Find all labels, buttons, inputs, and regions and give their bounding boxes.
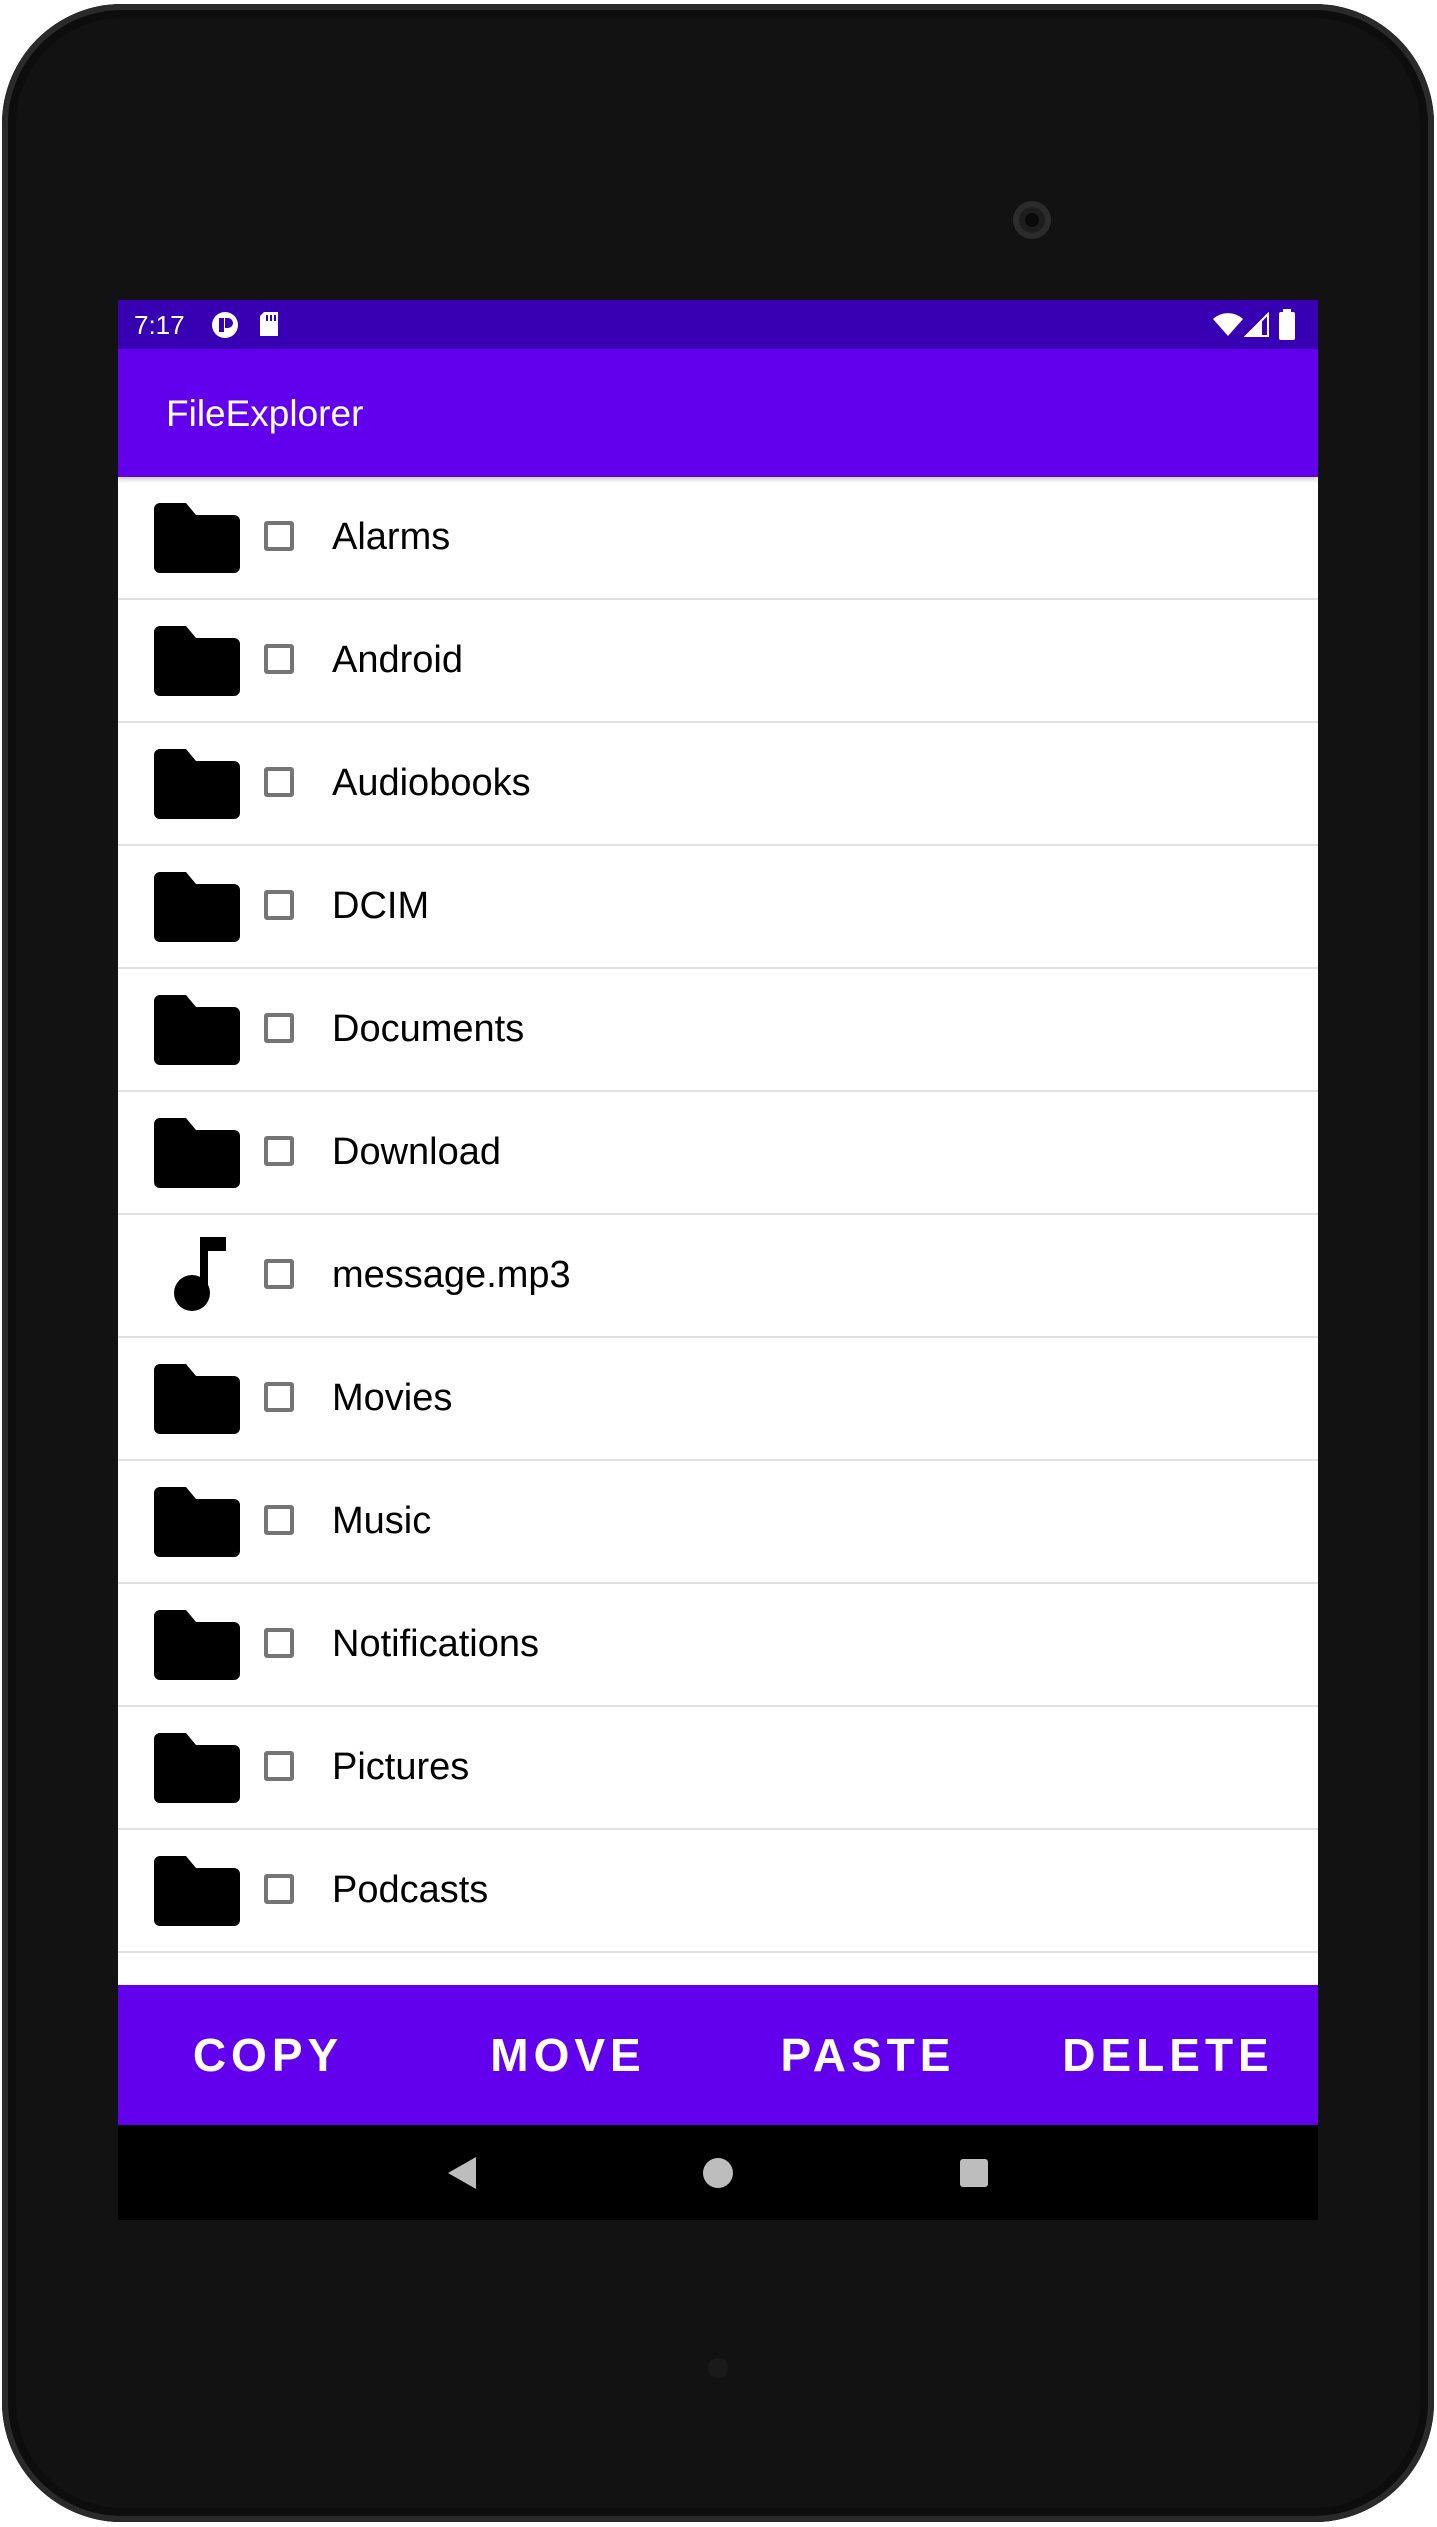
navigation-bar [118,2125,1318,2220]
app-title: FileExplorer [166,393,364,434]
file-list[interactable]: Alarms Android Audiobooks DCIM Documents Down… [118,477,1318,1977]
file-name: Notifications [332,1623,539,1665]
folder-icon [154,503,240,573]
select-checkbox[interactable] [264,1505,294,1535]
folder-icon [154,1733,240,1803]
file-name: Movies [332,1377,453,1419]
folder-icon [154,1487,240,1557]
action-bar: COPY MOVE PASTE DELETE [118,1985,1318,2125]
sd-card-icon [260,312,278,336]
paste-button[interactable]: PASTE [718,1985,1018,2125]
front-camera [1013,201,1051,239]
file-row[interactable]: Android [118,600,1318,723]
file-name: Android [332,639,463,681]
file-row[interactable]: Music [118,1461,1318,1584]
copy-button[interactable]: COPY [118,1985,418,2125]
select-checkbox[interactable] [264,1751,294,1781]
file-row[interactable]: Documents [118,969,1318,1092]
file-name: Alarms [332,516,451,558]
file-name: message.mp3 [332,1254,571,1296]
folder-icon [154,1364,240,1434]
file-row[interactable]: Movies [118,1338,1318,1461]
file-row[interactable]: Pictures [118,1707,1318,1830]
select-checkbox[interactable] [264,1382,294,1412]
folder-icon [154,626,240,696]
delete-button[interactable]: DELETE [1018,1985,1318,2125]
notification-app-icon [212,312,238,338]
file-name: Pictures [332,1746,470,1788]
select-checkbox[interactable] [264,644,294,674]
select-checkbox[interactable] [264,1013,294,1043]
recents-icon[interactable] [956,2153,992,2193]
cell-signal-icon [1244,312,1269,337]
file-row[interactable]: Podcasts [118,1830,1318,1953]
select-checkbox[interactable] [264,1628,294,1658]
folder-icon [154,1856,240,1926]
file-row[interactable]: DCIM [118,846,1318,969]
battery-icon [1279,309,1295,340]
status-time: 7:17 [134,310,185,340]
select-checkbox[interactable] [264,1259,294,1289]
file-row[interactable]: Audiobooks [118,723,1318,846]
app-bar: FileExplorer [118,349,1318,477]
music-note-icon [154,1235,240,1311]
select-checkbox[interactable] [264,1136,294,1166]
proximity-sensor [708,2358,728,2378]
back-icon[interactable] [444,2153,480,2193]
file-row[interactable]: Download [118,1092,1318,1215]
move-button[interactable]: MOVE [418,1985,718,2125]
folder-icon [154,749,240,819]
file-row[interactable]: message.mp3 [118,1215,1318,1338]
folder-icon [154,1610,240,1680]
file-row[interactable]: Alarms [118,477,1318,600]
home-icon[interactable] [700,2153,736,2193]
select-checkbox[interactable] [264,767,294,797]
file-name: Download [332,1131,501,1173]
file-name: Audiobooks [332,762,531,804]
status-bar: 7:17 [118,300,1318,349]
file-name: DCIM [332,885,430,927]
file-name: Podcasts [332,1869,489,1911]
file-name: Documents [332,1008,525,1050]
folder-icon [154,1118,240,1188]
wifi-icon [1213,313,1243,336]
folder-icon [154,872,240,942]
file-name: Music [332,1500,432,1542]
select-checkbox[interactable] [264,890,294,920]
select-checkbox[interactable] [264,521,294,551]
device-screen: 7:17 FileExplorer Alarms Android Audiobook… [118,300,1318,2220]
folder-icon [154,995,240,1065]
select-checkbox[interactable] [264,1874,294,1904]
file-row[interactable]: Notifications [118,1584,1318,1707]
